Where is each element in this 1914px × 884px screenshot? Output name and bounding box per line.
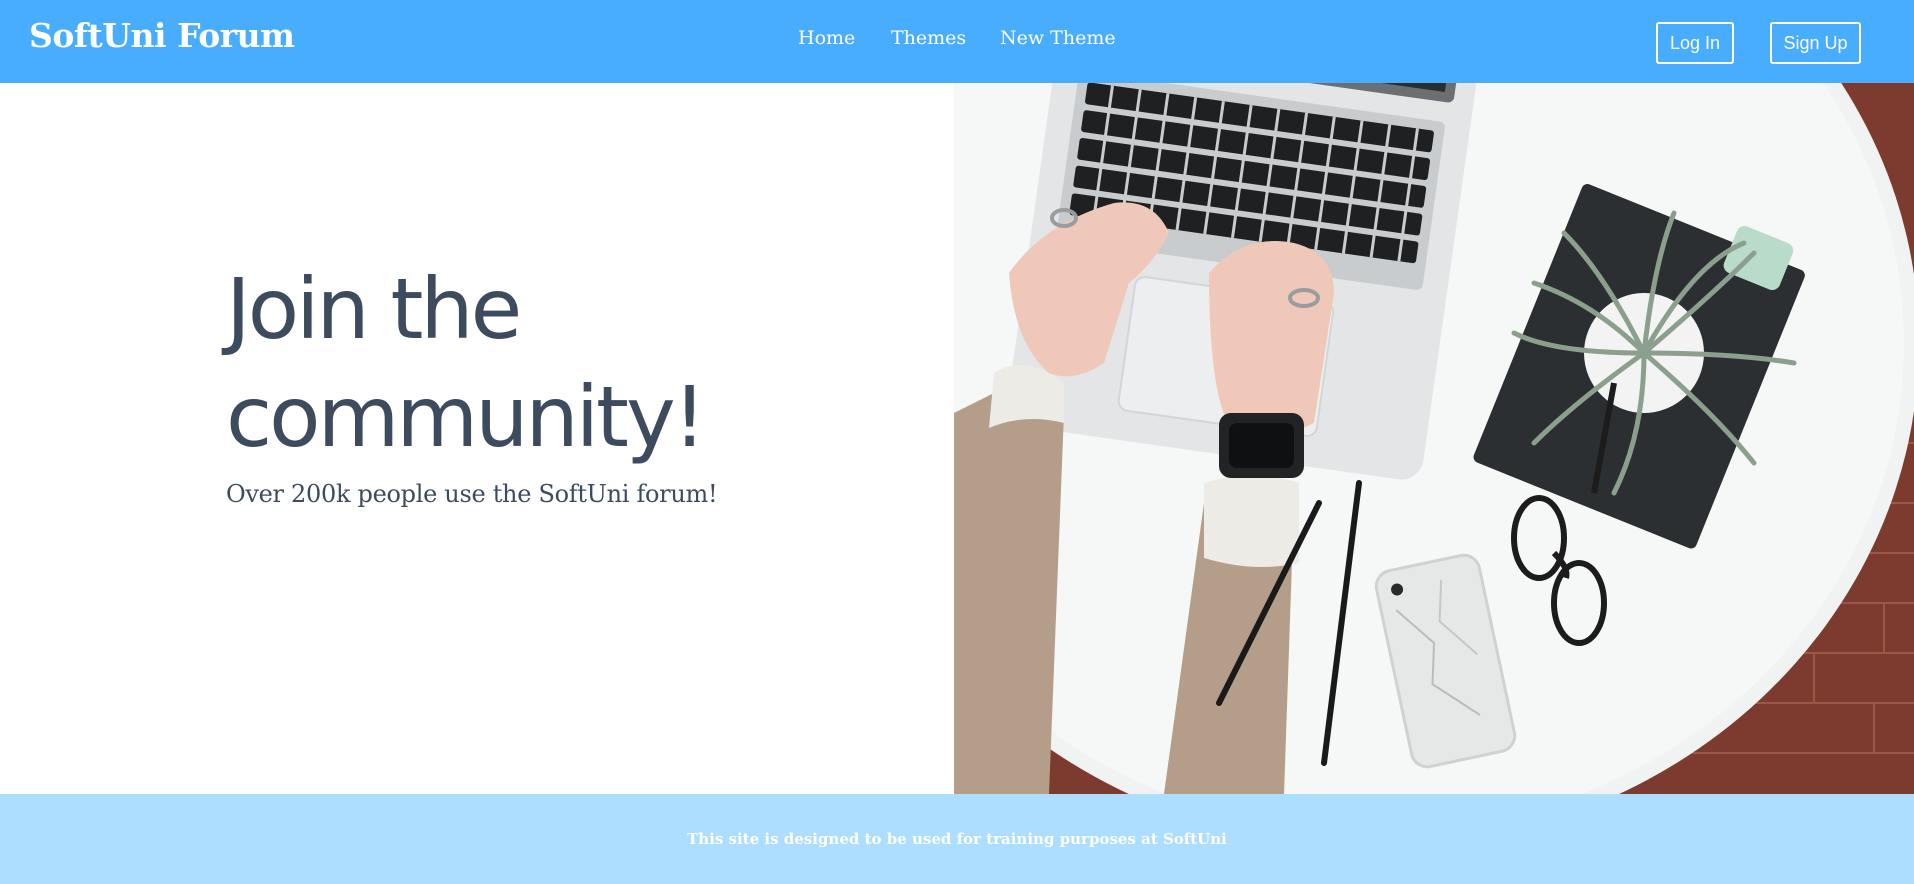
hero-section: Join the community! Over 200k people use… [0, 83, 954, 794]
nav-link-themes[interactable]: Themes [891, 27, 966, 49]
login-button[interactable]: Log In [1656, 22, 1734, 64]
navbar: SoftUni Forum Home Themes New Theme Log … [0, 0, 1914, 83]
nav-link-home[interactable]: Home [798, 27, 855, 49]
hero-title: Join the community! [226, 260, 706, 466]
footer-text: This site is designed to be used for tra… [687, 830, 1227, 848]
nav-link-new-theme[interactable]: New Theme [1000, 27, 1116, 49]
hero-image [954, 83, 1914, 794]
hero-subtitle: Over 200k people use the SoftUni forum! [226, 480, 718, 508]
footer: This site is designed to be used for tra… [0, 794, 1914, 884]
signup-button[interactable]: Sign Up [1770, 22, 1861, 64]
brand-logo-link[interactable]: SoftUni Forum [29, 16, 295, 55]
